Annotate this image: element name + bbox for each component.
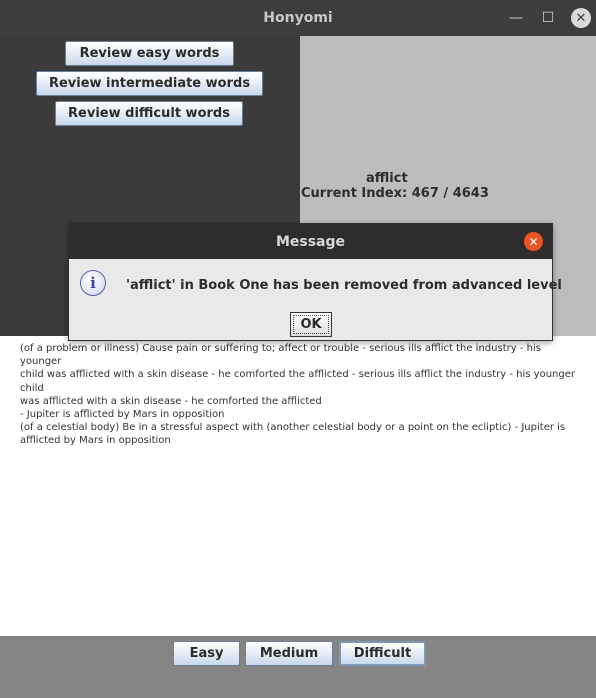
review-intermediate-button[interactable]: Review intermediate words bbox=[36, 71, 263, 96]
current-word: afflict bbox=[366, 171, 408, 186]
difficult-button[interactable]: Difficult bbox=[339, 641, 426, 666]
minimize-icon[interactable]: — bbox=[506, 8, 526, 28]
maximize-icon[interactable]: ☐ bbox=[538, 8, 558, 28]
message-dialog: Message ✕ i 'afflict' in Book One has be… bbox=[68, 223, 562, 341]
medium-button[interactable]: Medium bbox=[245, 641, 333, 666]
dialog-close-icon[interactable]: ✕ bbox=[524, 232, 543, 251]
definition-line: (of a problem or illness) Cause pain or … bbox=[20, 343, 541, 368]
definition-line: (of a celestial body) Be in a stressful … bbox=[20, 422, 566, 434]
definition-line: - Jupiter is afflicted by Mars in opposi… bbox=[20, 409, 225, 421]
review-difficult-button[interactable]: Review difficult words bbox=[55, 101, 243, 126]
dialog-title: Message bbox=[275, 233, 346, 250]
dialog-titlebar: Message ✕ bbox=[69, 224, 552, 259]
honyomi-window: Honyomi — ☐ ✕ Review easy words Review i… bbox=[0, 0, 596, 698]
definition-line: afflicted by Mars in opposition bbox=[20, 435, 171, 447]
current-index: Current Index: 467 / 4643 bbox=[301, 186, 489, 201]
info-icon: i bbox=[80, 270, 106, 296]
dialog-message: 'afflict' in Book One has been removed f… bbox=[126, 278, 562, 293]
window-title: Honyomi bbox=[263, 10, 333, 26]
definition-line: child was afflicted with a skin disease … bbox=[20, 369, 575, 394]
window-titlebar: Honyomi — ☐ ✕ bbox=[0, 0, 596, 36]
ok-button[interactable]: OK bbox=[290, 312, 332, 337]
review-easy-button[interactable]: Review easy words bbox=[65, 41, 234, 66]
window-close-icon[interactable]: ✕ bbox=[571, 8, 591, 28]
definition-area: (of a problem or illness) Cause pain or … bbox=[0, 336, 596, 636]
easy-button[interactable]: Easy bbox=[173, 641, 240, 666]
definition-line: was afflicted with a skin disease - he c… bbox=[20, 395, 322, 407]
